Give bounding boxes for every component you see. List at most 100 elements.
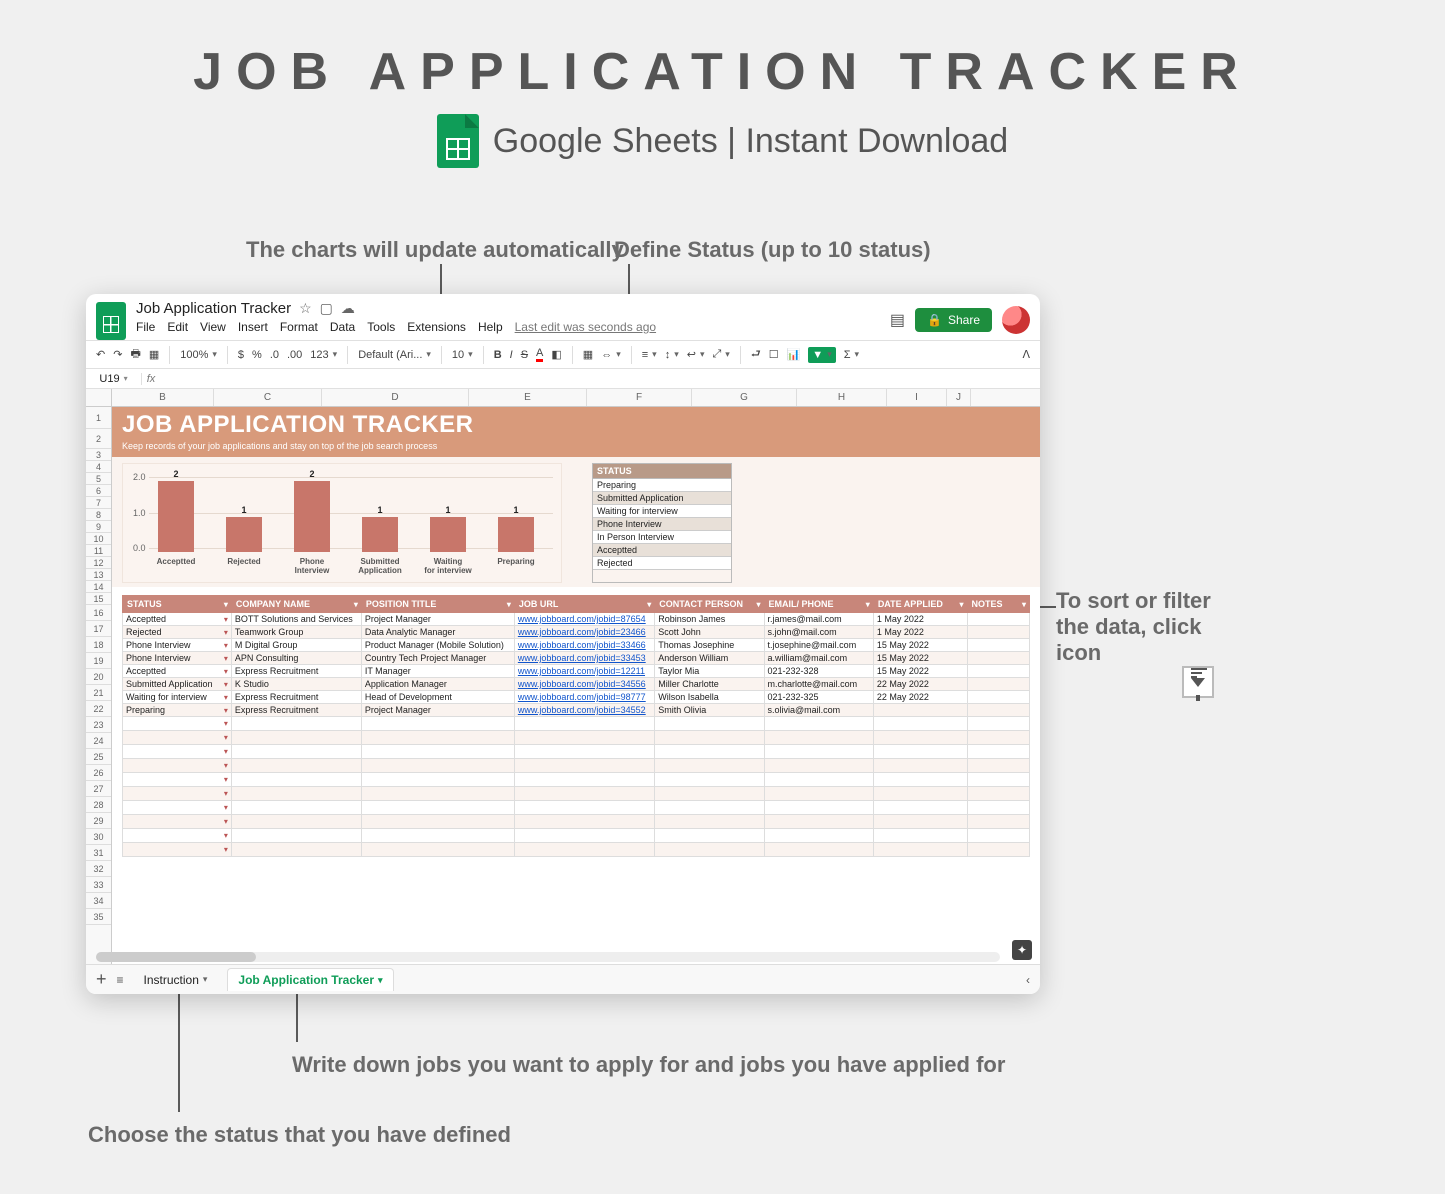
cell-email[interactable]: a.william@mail.com [764,652,873,665]
cell-email[interactable]: 021-232-325 [764,691,873,704]
cell-empty[interactable] [514,731,654,745]
format-percent[interactable]: % [252,349,262,361]
cell-email[interactable]: r.james@mail.com [764,613,873,626]
table-row[interactable] [123,787,1030,801]
row-header[interactable]: 16 [86,605,111,621]
cell-company[interactable]: Express Recruitment [231,665,361,678]
menu-help[interactable]: Help [478,320,503,334]
cell-empty[interactable] [655,843,764,857]
cell-notes[interactable] [967,678,1030,691]
row-header[interactable]: 7 [86,497,111,509]
row-header[interactable]: 4 [86,461,111,473]
menu-insert[interactable]: Insert [238,320,268,334]
text-rotate[interactable]: ⤢ [712,348,729,361]
cell-email[interactable]: t.josephine@mail.com [764,639,873,652]
cell-empty[interactable] [873,759,967,773]
cell-position[interactable]: Product Manager (Mobile Solution) [361,639,514,652]
cell-status[interactable] [123,759,232,773]
cell-empty[interactable] [967,745,1030,759]
font-size[interactable]: 10 [452,349,473,361]
cell-status[interactable] [123,829,232,843]
cell-date[interactable]: 1 May 2022 [873,626,967,639]
row-header[interactable]: 10 [86,533,111,545]
status-option[interactable]: In Person Interview [593,531,731,544]
cell-empty[interactable] [514,717,654,731]
menu-data[interactable]: Data [330,320,355,334]
cell-empty[interactable] [231,773,361,787]
cell-empty[interactable] [873,801,967,815]
filter-icon[interactable]: ▾ [647,600,651,609]
filter-icon[interactable]: ▾ [507,600,511,609]
cell-empty[interactable] [764,731,873,745]
cell-empty[interactable] [873,843,967,857]
cell-date[interactable]: 15 May 2022 [873,639,967,652]
cell-company[interactable]: K Studio [231,678,361,691]
cell-empty[interactable] [764,717,873,731]
document-title[interactable]: Job Application Tracker [136,300,291,317]
cell-notes[interactable] [967,639,1030,652]
menu-tools[interactable]: Tools [367,320,395,334]
cell-empty[interactable] [231,731,361,745]
cell-empty[interactable] [655,717,764,731]
tab-instruction[interactable]: Instruction▾ [134,969,218,991]
row-header[interactable]: 24 [86,733,111,749]
cell-contact[interactable]: Robinson James [655,613,764,626]
cell-status[interactable]: Phone Interview [123,639,232,652]
status-option[interactable]: Acceptted [593,544,731,557]
last-edit-hint[interactable]: Last edit was seconds ago [515,320,656,334]
print-button[interactable]: 🖶 [130,345,140,364]
decrease-decimal[interactable]: .0 [270,349,279,361]
cell-empty[interactable] [231,787,361,801]
cell-status[interactable]: Preparing [123,704,232,717]
column-header[interactable]: D [322,389,469,406]
table-header[interactable]: POSITION TITLE▾ [361,596,514,613]
cell-empty[interactable] [967,773,1030,787]
status-define-table[interactable]: STATUS PreparingSubmitted ApplicationWai… [592,463,732,583]
cell-empty[interactable] [967,717,1030,731]
row-header[interactable]: 13 [86,569,111,581]
row-header[interactable]: 1 [86,407,111,429]
table-row[interactable] [123,759,1030,773]
row-header[interactable]: 17 [86,621,111,637]
row-header[interactable]: 23 [86,717,111,733]
filter-icon[interactable]: ▾ [224,600,228,609]
cell-empty[interactable] [967,829,1030,843]
explore-button[interactable]: ✦ [1012,940,1032,960]
text-color[interactable]: A [536,347,543,362]
row-header[interactable]: 34 [86,893,111,909]
cell-status[interactable]: Rejected [123,626,232,639]
italic-button[interactable]: I [510,349,513,361]
table-row[interactable]: RejectedTeamwork GroupData Analytic Mana… [123,626,1030,639]
v-align[interactable]: ↕ [665,349,679,361]
increase-decimal[interactable]: .00 [287,349,302,361]
chart-button[interactable]: 📊 [787,348,801,361]
cell-date[interactable]: 15 May 2022 [873,665,967,678]
cell-status[interactable]: Submitted Application [123,678,232,691]
horizontal-scrollbar[interactable] [96,952,1000,962]
row-header[interactable]: 28 [86,797,111,813]
cell-url[interactable]: www.jobboard.com/jobid=23466 [514,626,654,639]
filter-icon[interactable]: ▾ [866,600,870,609]
cell-empty[interactable] [361,843,514,857]
cell-empty[interactable] [764,773,873,787]
table-header[interactable]: CONTACT PERSON▾ [655,596,764,613]
table-row[interactable]: PreparingExpress RecruitmentProject Mana… [123,704,1030,717]
status-option[interactable]: Preparing [593,479,731,492]
cell-empty[interactable] [655,745,764,759]
column-header[interactable]: E [469,389,587,406]
cell-empty[interactable] [231,843,361,857]
cell-empty[interactable] [967,787,1030,801]
cell-position[interactable]: Project Manager [361,613,514,626]
table-header[interactable]: JOB URL▾ [514,596,654,613]
column-header[interactable]: J [947,389,971,406]
cell-empty[interactable] [655,773,764,787]
cell-contact[interactable]: Miller Charlotte [655,678,764,691]
cell-empty[interactable] [514,843,654,857]
h-align[interactable]: ≡ [642,349,657,361]
row-header[interactable]: 15 [86,593,111,605]
cell-contact[interactable]: Scott John [655,626,764,639]
row-header[interactable]: 31 [86,845,111,861]
cell-empty[interactable] [764,759,873,773]
cell-empty[interactable] [967,731,1030,745]
strike-button[interactable]: S [521,349,528,361]
